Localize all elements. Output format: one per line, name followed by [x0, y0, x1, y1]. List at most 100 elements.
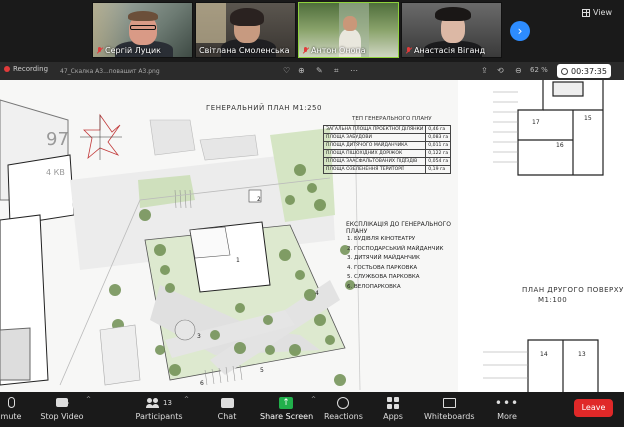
rotate-icon[interactable]: ⟲: [497, 66, 504, 75]
participants-button[interactable]: 13 Participants: [132, 395, 186, 421]
chat-button[interactable]: Chat: [212, 395, 242, 421]
room-number: 15: [584, 115, 592, 122]
shared-screen-content: 97 4 КВ 1 2 3 4 5 6 ГЕНЕРАЛЬНИЙ ПЛАН М1:…: [0, 80, 624, 392]
tep-row: ЗАГАЛЬНА ПЛОЩА ПРОЕКТНОЇ ДІЛЯНКИ 0,46 га: [322, 125, 452, 134]
reactions-icon: [337, 396, 349, 409]
building-label-2: 2: [257, 196, 261, 203]
room-number: 13: [578, 351, 586, 358]
share-toolbar: Recording 47_Скалка А3...повашит А3.png …: [0, 62, 624, 80]
share-screen-label: Share Screen: [260, 412, 314, 421]
mute-label: mute: [0, 412, 22, 421]
more-button[interactable]: ••• More: [494, 395, 520, 422]
zoom-out-icon[interactable]: ⊖: [515, 66, 522, 75]
room-number: 14: [540, 351, 548, 358]
video-options-caret[interactable]: ^: [86, 396, 91, 403]
general-plan-sheet: 97 4 КВ 1 2 3 4 5 6 ГЕНЕРАЛЬНИЙ ПЛАН М1:…: [0, 80, 458, 392]
meeting-controls: mute Stop Video ^ 13 Participants ^ Chat…: [0, 392, 624, 427]
explication-item: 3. ДИТЯЧИЙ МАЙДАНЧИК: [347, 255, 420, 261]
apps-label: Apps: [383, 412, 403, 421]
stop-video-label: Stop Video: [40, 412, 84, 421]
participants-options-caret[interactable]: ^: [184, 396, 189, 403]
general-plan-title: ГЕНЕРАЛЬНИЙ ПЛАН М1:250: [206, 104, 322, 112]
tep-label: ПЛОЩА ОЗЕЛЕНЕННЯ ТЕРИТОРІЇ: [322, 165, 427, 174]
reactions-button[interactable]: Reactions: [324, 395, 363, 421]
tep-value: 0,011 га: [425, 141, 452, 150]
tep-row: ПЛОЩА ПІШОХІДНИХ ДОРІЖОК 0,122 га: [322, 149, 452, 158]
room-number: 17: [532, 119, 540, 126]
room-number: 16: [556, 142, 564, 149]
tep-title: ТЕП ГЕНЕРАЛЬНОГО ПЛАНУ: [352, 116, 432, 122]
tep-label: ПЛОЩА ПІШОХІДНИХ ДОРІЖОК: [322, 149, 427, 158]
participant-tile-3-active[interactable]: Антон Онопа: [298, 2, 399, 58]
tep-table: ЗАГАЛЬНА ПЛОЩА ПРОЕКТНОЇ ДІЛЯНКИ 0,46 га П…: [322, 125, 452, 174]
participants-label: Participants: [135, 412, 183, 421]
heart-icon[interactable]: ♡: [283, 66, 290, 75]
floor-plan-drawing: 17 15 16 14 13: [483, 80, 604, 392]
tep-value: 0,46 га: [425, 125, 452, 134]
crop-icon[interactable]: ⌗: [334, 66, 339, 76]
participant-tile-4[interactable]: Анастасія Віганд: [401, 2, 502, 58]
tep-label: ПЛОЩА ЗААСФАЛЬТОВАНИХ ПІДЇЗДІВ: [322, 157, 427, 166]
tep-value: 0,122 га: [425, 149, 452, 158]
clock-icon: [561, 67, 568, 75]
tep-label: ЗАГАЛЬНА ПЛОЩА ПРОЕКТНОЇ ДІЛЯНКИ: [322, 125, 427, 134]
mute-button[interactable]: mute: [0, 395, 22, 421]
leave-button[interactable]: Leave: [574, 399, 613, 417]
tep-value: 0,083 га: [425, 133, 452, 142]
explication-item: 6. ВЕЛОПАРКОВКА: [347, 283, 401, 290]
share-options-caret[interactable]: ^: [311, 396, 316, 403]
explication-list: 1. БУДІВЛЯ КІНОТЕАТРУ 2. ГОСПОДАРСЬКИЙ МА…: [347, 235, 443, 292]
whiteboards-button[interactable]: Whiteboards: [424, 395, 475, 421]
next-page-button[interactable]: ›: [510, 21, 530, 41]
mic-muted-icon: [302, 47, 309, 54]
participant-name: Анастасія Віганд: [405, 46, 485, 55]
second-floor-title: ПЛАН ДРУГОГО ПОВЕРХУ: [522, 286, 624, 294]
explication-item: 2. ГОСПОДАРСЬКИЙ МАЙДАНЧИК: [347, 245, 444, 252]
tep-row: ПЛОЩА ЗАБУДОВИ 0,083 га: [322, 133, 452, 142]
participant-tile-1[interactable]: Сергій Луцик: [92, 2, 193, 58]
tep-label: ПЛОЩА ЗАБУДОВИ: [322, 133, 427, 142]
share-screen-button[interactable]: ↑ Share Screen: [260, 395, 314, 421]
tep-row: ПЛОЩА ДИТЯЧОГО МАЙДАНЧИКА 0,011 га: [322, 141, 452, 150]
zoom-level: 62 %: [530, 66, 548, 74]
zoom-in-icon[interactable]: ⊕: [298, 66, 305, 75]
meeting-timer: 00:37:35: [557, 64, 611, 78]
second-floor-plan-sheet: 17 15 16 14 13 ПЛАН ДРУГОГО ПОВЕРХУ М1:1…: [458, 80, 624, 392]
apps-icon: [387, 396, 399, 409]
video-camera-icon: [56, 398, 69, 407]
stop-video-button[interactable]: Stop Video: [38, 395, 86, 421]
explication-item: 1. БУДІВЛЯ КІНОТЕАТРУ: [347, 236, 416, 242]
more-icon: •••: [494, 395, 520, 410]
participant-tile-2[interactable]: Світлана Смоленська: [195, 2, 296, 58]
second-floor-scale: М1:100: [538, 296, 568, 304]
share-icon[interactable]: ⇪: [481, 66, 488, 75]
view-button[interactable]: View: [582, 8, 612, 17]
more-options-icon[interactable]: ⋯: [350, 66, 358, 75]
microphone-icon: [7, 397, 15, 408]
shared-file-name: 47_Скалка А3...повашит А3.png: [60, 68, 160, 75]
more-label: More: [497, 412, 517, 421]
whiteboards-label: Whiteboards: [424, 412, 475, 421]
left-building-number: 97: [46, 129, 69, 150]
edit-icon[interactable]: ✎: [316, 66, 323, 75]
building-label-6: 6: [200, 380, 204, 387]
reactions-label: Reactions: [324, 412, 363, 421]
view-label: View: [593, 8, 612, 17]
gallery-strip: Сергій Луцик Світлана Смоленська Антон О…: [0, 0, 624, 62]
explication-title: ЕКСПЛІКАЦІЯ ДО ГЕНЕРАЛЬНОГО ПЛАНУ: [346, 221, 451, 235]
participants-count: 13: [163, 398, 172, 407]
participant-name: Сергій Луцик: [96, 46, 161, 55]
explication-item: 5. СЛУЖБОВА ПАРКОВКА: [347, 274, 420, 280]
building-label-1: 1: [236, 257, 240, 264]
chevron-right-icon: ›: [517, 24, 523, 38]
chat-icon: [220, 397, 234, 408]
recording-indicator[interactable]: Recording: [4, 65, 48, 73]
timer-text: 00:37:35: [571, 66, 607, 76]
participants-icon: [146, 397, 160, 408]
apps-button[interactable]: Apps: [380, 395, 406, 421]
whiteboard-icon: [442, 397, 456, 408]
tep-value: 0,054 га: [425, 157, 452, 166]
chat-label: Chat: [217, 412, 237, 421]
explication-item: 4. ГОСТЬОВА ПАРКОВКА: [347, 264, 418, 271]
participant-name: Антон Онопа: [302, 46, 366, 55]
